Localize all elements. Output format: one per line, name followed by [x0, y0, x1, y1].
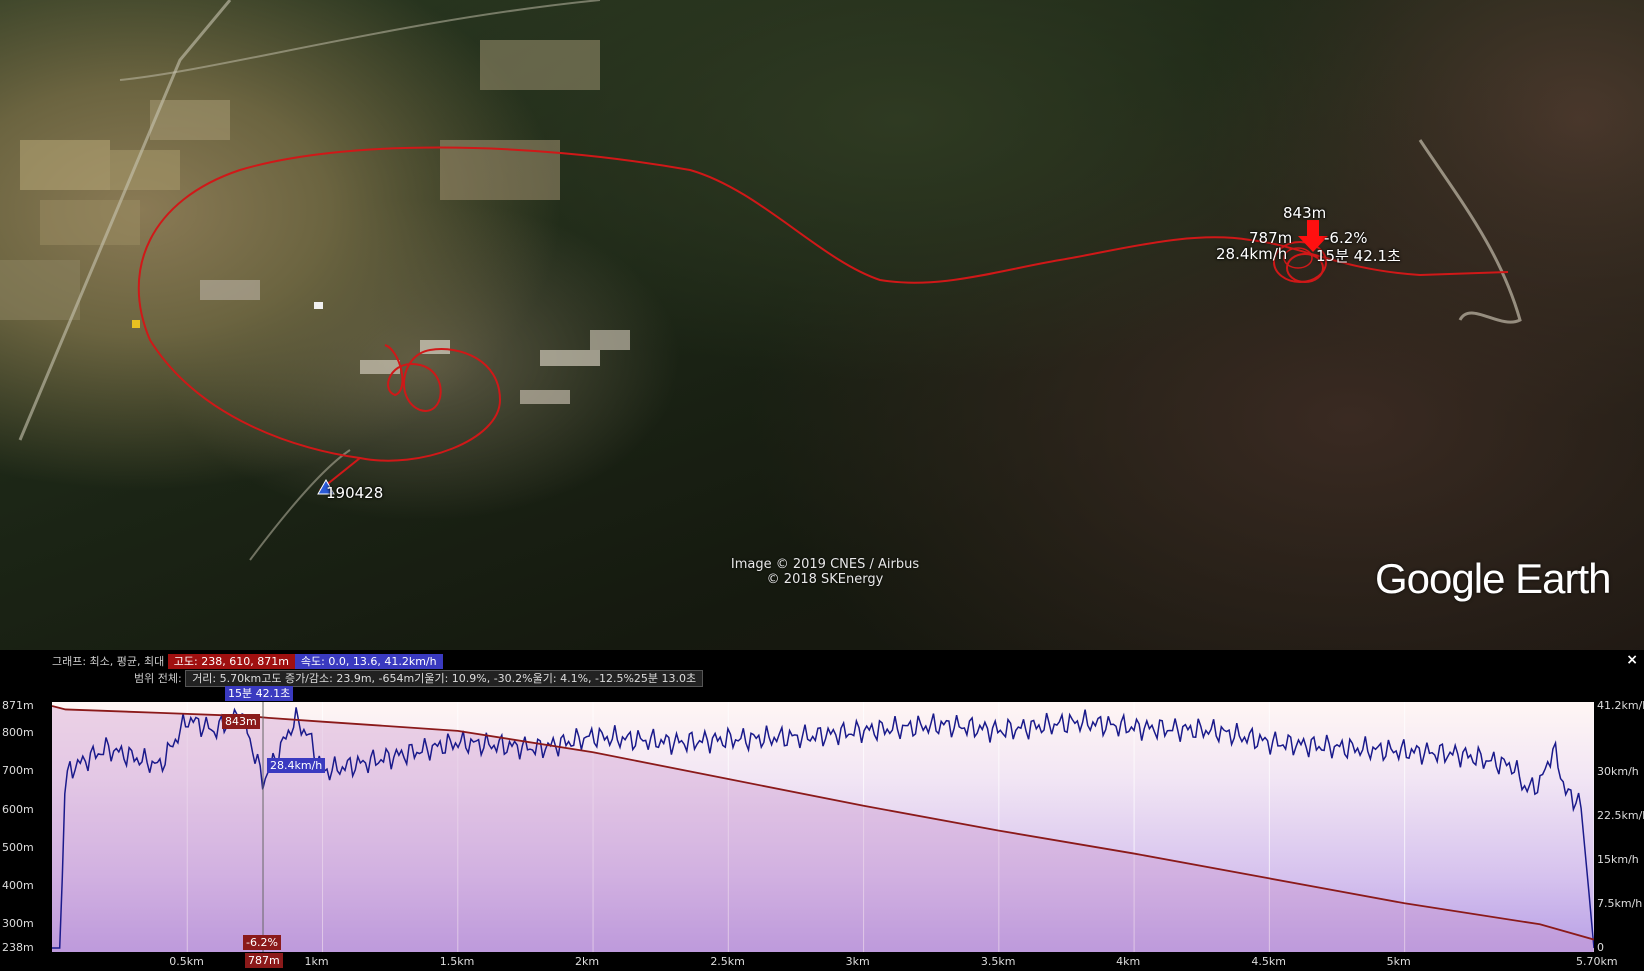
altitude-tick-label: 800m [2, 726, 34, 740]
earth-map-view[interactable]: 843m 787m -6.2% 28.4km/h 15분 42.1초 19042… [0, 0, 1644, 650]
range-prefix: 범위 전체: [134, 672, 182, 685]
farmland-fields [0, 40, 600, 320]
x-tick-label: 5km [1386, 955, 1411, 968]
track-name-label[interactable]: 190428 [326, 484, 383, 502]
x-tick-label: 0.5km [169, 955, 204, 968]
speed-tick-label: 41.2km/h [1597, 699, 1644, 712]
speed-tick-label: 22.5km/h [1597, 808, 1644, 822]
cursor-altitude-label: 843m [1283, 204, 1327, 222]
altitude-tick-label: 300m [2, 917, 34, 931]
x-tick-label: 3.5km [980, 955, 1016, 968]
x-tick-label: 1km [304, 955, 329, 968]
speed-tick-label: 0 [1597, 941, 1604, 954]
mountain-road [1418, 139, 1522, 324]
altitude-tick-label: 500m [2, 840, 34, 854]
cursor-altitude-tag: 843m [222, 714, 260, 729]
imagery-copyright: Image © 2019 CNES / Airbus © 2018 SKEner… [720, 557, 930, 587]
terrain-overlay [0, 0, 1522, 561]
copyright-line-2: © 2018 SKEnergy [766, 572, 884, 587]
speed-summary-box[interactable]: 속도: 0.0, 13.6, 41.2km/h [294, 654, 443, 669]
x-tick-label: 4km [1116, 955, 1141, 968]
altitude-tick-label: 871m [2, 699, 34, 712]
x-tick-label: 3km [845, 955, 870, 968]
x-tick-label: 1.5km [439, 955, 475, 968]
flight-track[interactable] [137, 146, 1509, 491]
speed-tick-label: 7.5km/h [1597, 896, 1643, 910]
close-profile-button[interactable]: × [1626, 652, 1638, 668]
altitude-tick-label: 600m [2, 802, 34, 816]
profile-chart [51, 702, 1595, 952]
range-stats: 거리: 5.70km고도 증가/감소: 23.9m, -654m기울기: 10.… [185, 670, 704, 687]
landmark-icon[interactable] [314, 302, 323, 309]
cursor-grade-tag: -6.2% [243, 935, 281, 950]
cursor-time-label: 15분 42.1초 [1316, 247, 1401, 265]
profile-plot-area[interactable] [51, 702, 1595, 952]
speed-tick-label: 15km/h [1597, 852, 1639, 866]
x-tick-label: 4.5km [1251, 955, 1286, 968]
altitude-tick-label: 400m [2, 879, 34, 893]
copyright-line-1: Image © 2019 CNES / Airbus [730, 557, 920, 572]
x-tick-label: 2.5km [710, 955, 745, 968]
x-tick-label: 5.70km [1576, 955, 1618, 968]
speed-tick-label: 30km/h [1597, 764, 1639, 778]
range-summary-row: 범위 전체: 거리: 5.70km고도 증가/감소: 23.9m, -654m기… [134, 670, 704, 687]
altitude-tick-label: 238m [2, 941, 34, 954]
x-tick-label: 2km [575, 955, 600, 968]
elevation-profile-panel: 그래프: 최소, 평균, 최대 고도: 238, 610, 871m 속도: 0.… [0, 650, 1644, 971]
poi-icon[interactable] [132, 320, 140, 328]
cursor-speed-tag: 28.4km/h [267, 758, 326, 773]
graph-summary-prefix: 그래프: 최소, 평균, 최대 [52, 655, 165, 668]
cursor-speed-label: 28.4km/h [1216, 245, 1288, 263]
cursor-time-tag: 15분 42.1초 [225, 686, 294, 701]
altitude-tick-label: 700m [2, 764, 34, 778]
graph-summary-row: 그래프: 최소, 평균, 최대 고도: 238, 610, 871m 속도: 0.… [52, 653, 443, 669]
altitude-summary-box[interactable]: 고도: 238, 610, 871m [167, 654, 295, 669]
cursor-ground-tag: 787m [245, 953, 283, 968]
building-cluster [200, 280, 630, 404]
google-earth-logo: Google Earth [1375, 555, 1611, 602]
road [249, 449, 351, 561]
